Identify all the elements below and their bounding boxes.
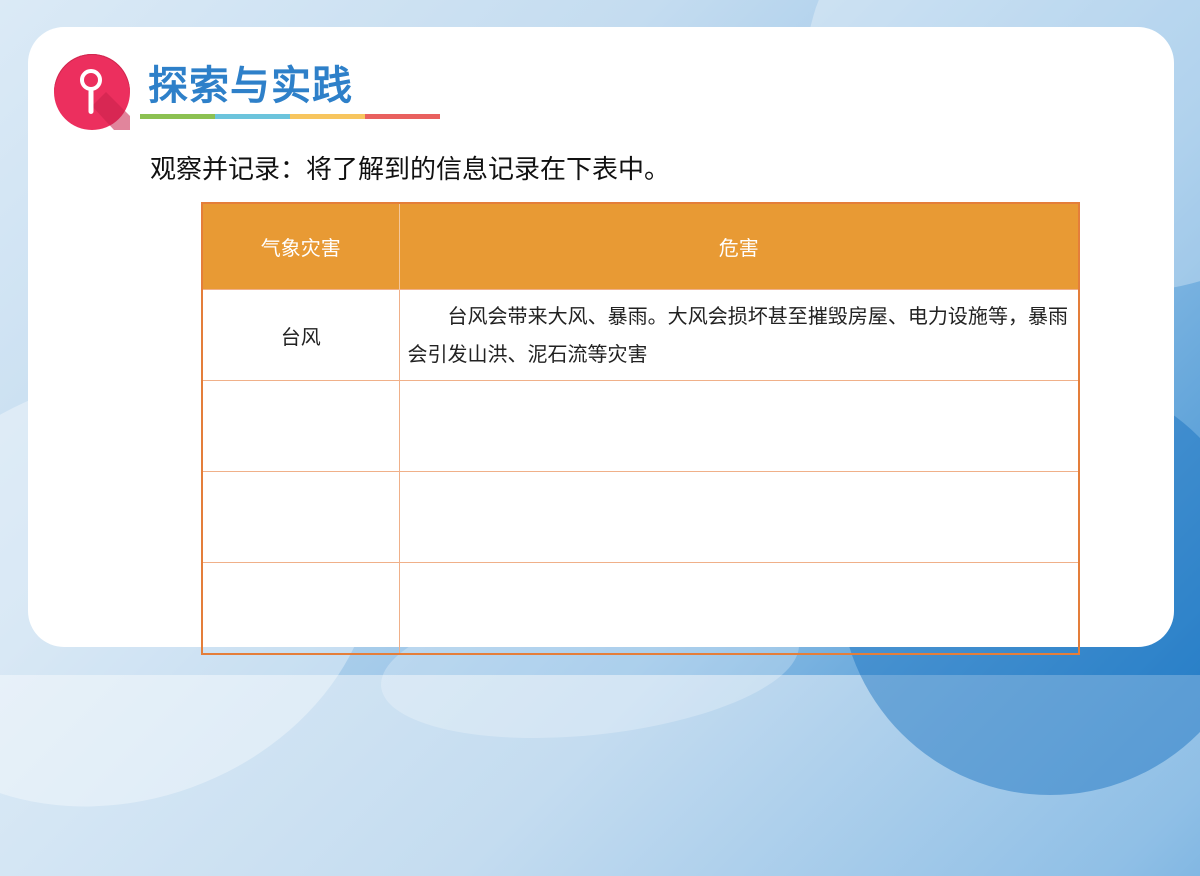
disaster-cell: 台风	[202, 289, 400, 381]
title-underline	[140, 114, 440, 119]
magnifier-icon	[55, 55, 130, 130]
table-row: 台风 台风会带来大风、暴雨。大风会损坏甚至摧毁房屋、电力设施等，暴雨会引发山洪、…	[202, 289, 1080, 381]
harm-cell[interactable]	[399, 562, 1080, 654]
harm-cell[interactable]	[399, 471, 1080, 563]
page-title: 探索与实践	[148, 63, 353, 109]
underline-segment	[365, 114, 440, 119]
table-header-row: 气象灾害 危害	[202, 203, 1080, 290]
instruction-text: 观察并记录：将了解到的信息记录在下表中。	[150, 155, 671, 185]
underline-segment	[140, 114, 215, 119]
table-row	[202, 562, 1080, 654]
hazard-table: 气象灾害 危害 台风 台风会带来大风、暴雨。大风会损坏甚至摧毁房屋、电力设施等，…	[201, 202, 1080, 655]
disaster-cell[interactable]	[202, 471, 400, 563]
table-row	[202, 380, 1080, 472]
column-header-disaster: 气象灾害	[202, 203, 400, 290]
section-badge	[54, 54, 130, 130]
disaster-cell[interactable]	[202, 562, 400, 654]
underline-segment	[290, 114, 365, 119]
column-header-harm: 危害	[399, 203, 1080, 290]
disaster-cell[interactable]	[202, 380, 400, 472]
table-row	[202, 471, 1080, 563]
underline-segment	[215, 114, 290, 119]
harm-cell: 台风会带来大风、暴雨。大风会损坏甚至摧毁房屋、电力设施等，暴雨会引发山洪、泥石流…	[399, 289, 1080, 381]
harm-cell[interactable]	[399, 380, 1080, 472]
